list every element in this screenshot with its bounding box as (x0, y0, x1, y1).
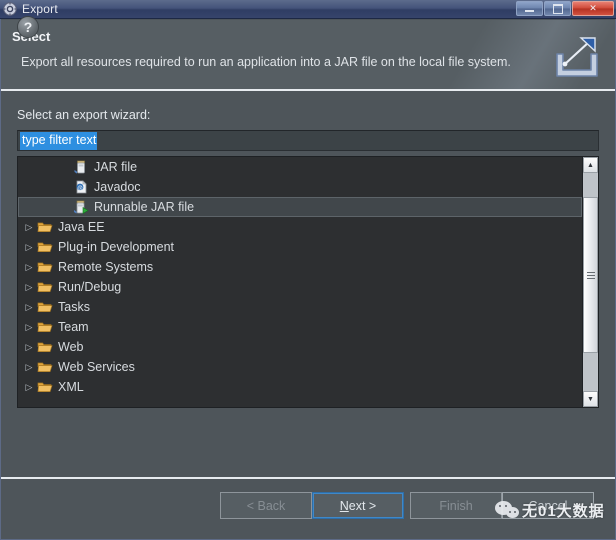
scrollbar-thumb[interactable] (583, 197, 598, 353)
expand-arrow-icon[interactable]: ▷ (21, 342, 37, 352)
next-button[interactable]: Next > (312, 492, 404, 519)
wizard-select-label: Select an export wizard: (17, 108, 151, 122)
chevron-down-icon: ▼ (587, 395, 594, 403)
window-title: Export (22, 2, 58, 16)
tree-item-jar-file[interactable]: JAR file (18, 157, 582, 177)
javadoc-icon: @ (73, 179, 89, 195)
folder-icon (37, 219, 53, 235)
filter-input-value: type filter text (20, 131, 98, 150)
finish-button[interactable]: Finish (410, 492, 502, 519)
expand-arrow-icon[interactable]: ▷ (21, 302, 37, 312)
close-button[interactable]: ✕ (572, 1, 614, 16)
cancel-button-label: Cancel (528, 498, 568, 513)
tree-item-remote-systems[interactable]: ▷ Remote Systems (18, 257, 582, 277)
tree-item-label: XML (58, 380, 84, 394)
tree-item-javadoc[interactable]: @ Javadoc (18, 177, 582, 197)
tree-item-xml[interactable]: ▷ XML (18, 377, 582, 397)
filter-input[interactable]: type filter text (17, 130, 599, 151)
tree-item-label: Team (58, 320, 89, 334)
tree-item-run-debug[interactable]: ▷ Run/Debug (18, 277, 582, 297)
tree-item-label: Java EE (58, 220, 105, 234)
tree-list[interactable]: JAR file @ Javadoc Runnable JAR file ▷ Java… (18, 157, 582, 407)
scroll-up-button[interactable]: ▲ (583, 157, 598, 173)
tree-item-label: JAR file (94, 160, 138, 174)
tree-item-label: Run/Debug (58, 280, 122, 294)
finish-button-label: Finish (439, 498, 473, 513)
maximize-icon (552, 3, 563, 14)
maximize-button[interactable] (544, 1, 571, 16)
expand-arrow-icon[interactable]: ▷ (21, 222, 37, 232)
scrollbar-track[interactable] (583, 173, 598, 391)
folder-icon (37, 359, 53, 375)
folder-icon (37, 339, 53, 355)
tree-item-label: Javadoc (94, 180, 141, 194)
scroll-down-button[interactable]: ▼ (583, 391, 598, 407)
tree-item-label: Plug-in Development (58, 240, 175, 254)
tree-item-runnable-jar-file[interactable]: Runnable JAR file (18, 197, 582, 217)
expand-arrow-icon[interactable]: ▷ (21, 362, 37, 372)
title-bar: Export ✕ (0, 0, 616, 19)
tree-item-team[interactable]: ▷ Team (18, 317, 582, 337)
folder-icon (37, 299, 53, 315)
help-button[interactable]: ? (17, 16, 39, 38)
close-icon: ✕ (589, 3, 597, 13)
export-gear-icon (3, 2, 17, 16)
tree-item-label: Remote Systems (58, 260, 154, 274)
minimize-icon (525, 10, 534, 12)
tree-item-web-services[interactable]: ▷ Web Services (18, 357, 582, 377)
wizard-banner: Select Export all resources required to … (1, 20, 615, 89)
window-controls: ✕ (516, 1, 614, 16)
jar-file-icon (73, 159, 89, 175)
expand-arrow-icon[interactable]: ▷ (21, 242, 37, 252)
folder-icon (37, 279, 53, 295)
scrollbar-grip-icon (586, 270, 595, 281)
folder-icon (37, 239, 53, 255)
page-description: Export all resources required to run an … (21, 55, 511, 69)
chevron-up-icon: ▲ (587, 161, 594, 169)
expand-arrow-icon[interactable]: ▷ (21, 282, 37, 292)
tree-vertical-scrollbar[interactable]: ▲ ▼ (582, 157, 598, 407)
export-dialog: Export ✕ Select Export all resources req… (0, 0, 616, 540)
tree-item-label: Tasks (58, 300, 90, 314)
cancel-button[interactable]: Cancel (502, 492, 594, 519)
tree-item-label: Web (58, 340, 84, 354)
expand-arrow-icon[interactable]: ▷ (21, 382, 37, 392)
tree-item-label: Runnable JAR file (94, 200, 195, 214)
export-wizard-tree[interactable]: JAR file @ Javadoc Runnable JAR file ▷ Java… (17, 156, 599, 408)
expand-arrow-icon[interactable]: ▷ (21, 262, 37, 272)
tree-item-web[interactable]: ▷ Web (18, 337, 582, 357)
question-mark-icon: ? (23, 19, 33, 35)
next-button-label: Next > (339, 498, 377, 513)
dialog-body: Select an export wizard: type filter tex… (1, 91, 615, 477)
folder-icon (37, 319, 53, 335)
export-arrow-icon (551, 34, 603, 82)
back-button[interactable]: < Back (220, 492, 312, 519)
folder-icon (37, 379, 53, 395)
runnable-jar-icon (73, 199, 89, 215)
folder-icon (37, 259, 53, 275)
tree-item-tasks[interactable]: ▷ Tasks (18, 297, 582, 317)
tree-item-label: Web Services (58, 360, 135, 374)
frame-left-edge (0, 19, 1, 540)
minimize-button[interactable] (516, 1, 543, 16)
svg-text:@: @ (77, 185, 82, 191)
tree-item-java-ee[interactable]: ▷ Java EE (18, 217, 582, 237)
tree-item-plug-in-development[interactable]: ▷ Plug-in Development (18, 237, 582, 257)
expand-arrow-icon[interactable]: ▷ (21, 322, 37, 332)
back-button-label: < Back (246, 498, 286, 513)
